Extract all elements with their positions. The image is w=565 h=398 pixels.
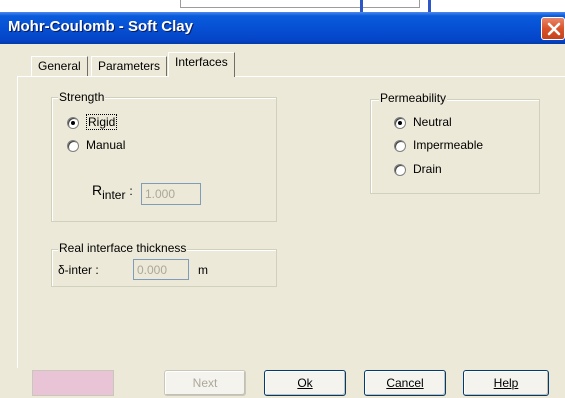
- tab-interfaces-label: Interfaces: [175, 55, 228, 69]
- rinter-input[interactable]: [141, 183, 201, 205]
- tab-general-label: General: [38, 59, 81, 73]
- rinter-colon: :: [129, 184, 133, 198]
- tab-general[interactable]: General: [31, 56, 88, 76]
- rinter-label-sub: inter: [102, 187, 126, 202]
- rigid-label: Rigid: [86, 114, 118, 130]
- window-title: Mohr-Coulomb - Soft Clay: [8, 18, 193, 35]
- background-window-divider: [360, 0, 363, 12]
- tab-parameters[interactable]: Parameters: [91, 56, 168, 76]
- manual-radio[interactable]: [67, 140, 79, 152]
- rinter-label-main: R: [92, 182, 103, 198]
- close-button[interactable]: [541, 17, 565, 40]
- next-button-label: Next: [192, 376, 218, 390]
- neutral-label[interactable]: Neutral: [413, 115, 452, 129]
- background-window-divider: [428, 0, 431, 12]
- thickness-legend: Real interface thickness: [58, 241, 188, 255]
- strength-legend: Strength: [58, 90, 106, 104]
- rigid-radio[interactable]: [67, 117, 79, 129]
- close-icon: [547, 22, 561, 36]
- impermeable-radio[interactable]: [394, 140, 406, 152]
- permeability-legend: Permeability: [379, 91, 448, 105]
- delta-inter-input[interactable]: [133, 259, 189, 280]
- neutral-radio[interactable]: [394, 117, 406, 129]
- cancel-button-label: Cancel: [386, 376, 424, 390]
- rigid-option[interactable]: Rigid: [86, 114, 118, 130]
- help-button-label: Help: [493, 376, 519, 390]
- unit-label: m: [198, 263, 208, 277]
- tab-parameters-label: Parameters: [98, 59, 161, 73]
- background-window: [0, 0, 565, 12]
- drain-radio[interactable]: [394, 164, 406, 176]
- manual-label[interactable]: Manual: [86, 138, 125, 152]
- rinter-label: Rinter :: [92, 182, 133, 202]
- help-button[interactable]: Help: [463, 370, 549, 396]
- background-window-frame: [180, 0, 420, 8]
- next-button[interactable]: Next: [164, 370, 246, 396]
- ok-button[interactable]: Ok: [264, 370, 346, 396]
- drain-label[interactable]: Drain: [413, 162, 442, 176]
- impermeable-label[interactable]: Impermeable: [413, 138, 483, 152]
- color-swatch[interactable]: [32, 370, 114, 396]
- delta-inter-label: δ-inter :: [58, 263, 99, 277]
- cancel-button[interactable]: Cancel: [364, 370, 446, 396]
- ok-button-label: Ok: [297, 376, 313, 390]
- tab-interfaces[interactable]: Interfaces: [168, 52, 235, 77]
